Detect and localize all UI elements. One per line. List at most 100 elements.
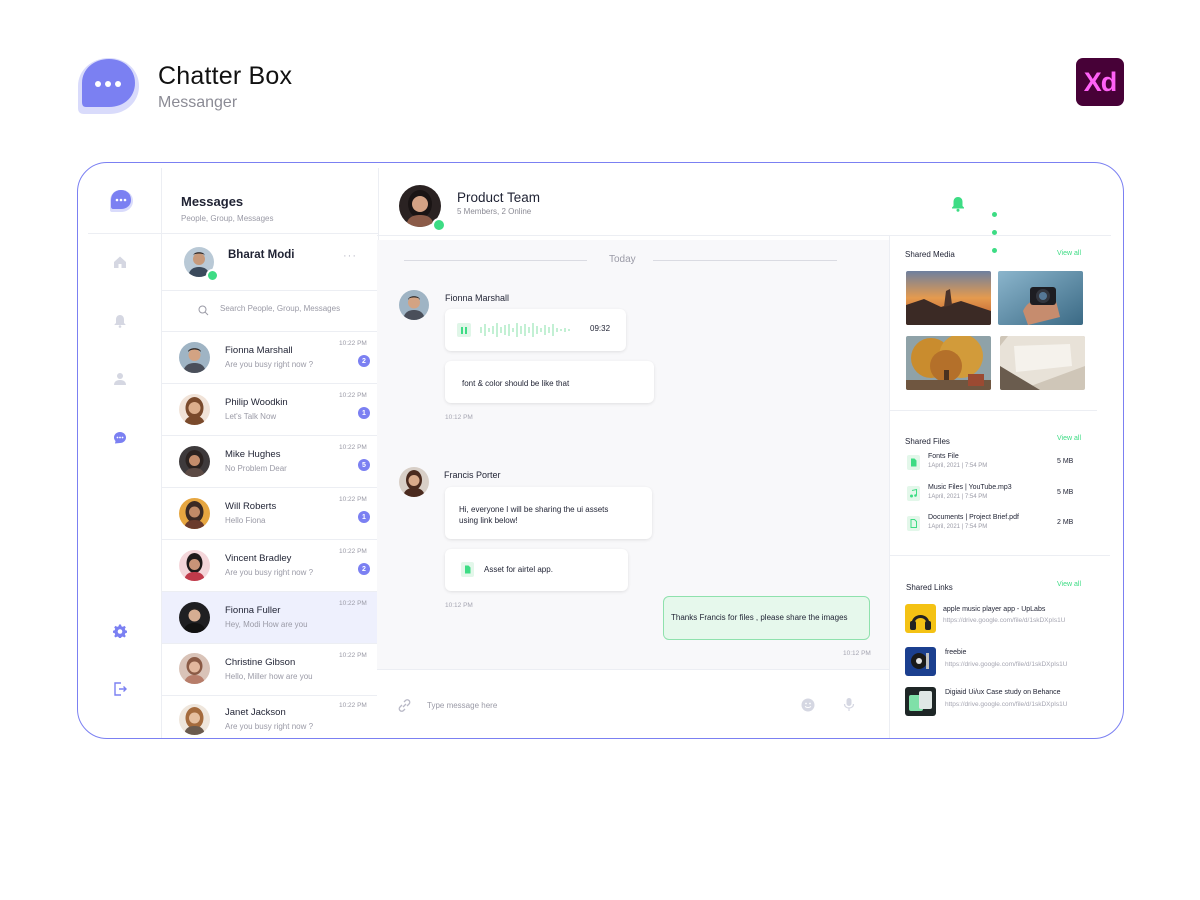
link-url: https://drive.google.com/file/d/1skDXpIs… (945, 701, 1068, 708)
conversation-item[interactable]: Christine Gibson Hello, Miller how are y… (162, 644, 378, 696)
app-subtitle: Messanger (158, 94, 238, 111)
conversation-item[interactable]: Philip Woodkin Let's Talk Now 10:22 PM 1 (162, 384, 378, 436)
timestamp: 10:22 PM (339, 652, 367, 659)
gear-icon[interactable] (113, 624, 129, 640)
unread-badge: 1 (358, 407, 370, 419)
avatar (179, 653, 210, 684)
avatar (179, 342, 210, 373)
file-attachment[interactable]: Asset for airtel app. (445, 549, 628, 591)
logout-icon[interactable] (113, 682, 129, 698)
emoji-icon[interactable] (801, 698, 815, 717)
search-icon (198, 303, 209, 316)
message-preview: Hey, Modi How are you (225, 620, 308, 629)
conversation-item[interactable]: Janet Jackson Are you busy right now ? 1… (162, 694, 378, 738)
shared-files-view-all[interactable]: View all (1057, 435, 1081, 442)
adobe-xd-badge: Xd (1076, 58, 1124, 106)
brand-logo-icon (76, 55, 142, 121)
link-url: https://drive.google.com/file/d/1skDXpIs… (945, 661, 1068, 668)
messages-subtitle: People, Group, Messages (181, 214, 274, 223)
user-icon[interactable] (113, 372, 129, 388)
link-title: apple music player app - UpLabs (943, 606, 1046, 613)
contact-name: Philip Woodkin (225, 397, 288, 408)
home-icon[interactable] (113, 255, 129, 271)
timestamp: 10:22 PM (339, 702, 367, 709)
avatar (179, 498, 210, 529)
link-thumbnail (905, 647, 936, 676)
shared-links-title: Shared Links (906, 583, 953, 592)
attach-link-icon[interactable] (397, 698, 412, 718)
user-menu-button[interactable]: ··· (343, 250, 357, 262)
microphone-icon[interactable] (843, 697, 855, 717)
conversation-item[interactable]: Fionna Marshall Are you busy right now ?… (162, 332, 378, 384)
chat-logo-icon[interactable] (108, 188, 134, 214)
search-input[interactable] (220, 300, 370, 316)
shared-link-item[interactable]: freebie https://drive.google.com/file/d/… (905, 645, 1100, 676)
unread-badge: 1 (358, 511, 370, 523)
chat-members: 5 Members, 2 Online (457, 207, 532, 216)
voice-message[interactable]: 09:32 (445, 309, 626, 351)
contact-name: Will Roberts (225, 501, 277, 512)
pause-icon[interactable] (457, 323, 471, 337)
sender-name: Fionna Marshall (445, 293, 510, 303)
sender-avatar (399, 467, 429, 497)
divider (162, 233, 378, 234)
link-url: https://drive.google.com/file/d/1skDXpIs… (943, 617, 1066, 624)
message-time: 10:12 PM (843, 650, 871, 657)
autumn-tree-photo[interactable] (906, 336, 991, 390)
message-composer (377, 669, 889, 738)
contact-name: Christine Gibson (225, 657, 296, 668)
file-icon (461, 562, 474, 577)
notification-bell-icon[interactable] (950, 196, 966, 212)
chat-messages: Today Fionna Marshall 09:32 font & color… (377, 240, 889, 669)
music-file-icon (907, 486, 920, 501)
shared-link-item[interactable]: Digiaid Ui/ux Case study on Behance http… (905, 685, 1100, 716)
message-preview: Hello Fiona (225, 516, 266, 525)
file-date: 1April, 2021 | 7:54 PM (928, 494, 988, 500)
date-divider-line (404, 260, 587, 261)
app-title: Chatter Box (158, 62, 293, 90)
bell-icon[interactable] (113, 314, 129, 330)
date-divider: Today (609, 254, 636, 265)
camera-hand-photo[interactable] (998, 271, 1083, 325)
message-text: Hi, everyone I will be sharing the ui as… (459, 505, 609, 525)
timestamp: 10:22 PM (339, 392, 367, 399)
shared-links-view-all[interactable]: View all (1057, 581, 1081, 588)
timestamp: 10:22 PM (339, 444, 367, 451)
divider (890, 410, 1097, 411)
attachment-name: Asset for airtel app. (484, 565, 553, 574)
message-time: 10:12 PM (445, 414, 473, 421)
avatar (179, 446, 210, 477)
books-photo[interactable] (1000, 336, 1085, 390)
conversation-item[interactable]: Will Roberts Hello Fiona 10:22 PM 1 (162, 488, 378, 540)
shared-link-item[interactable]: apple music player app - UpLabs https://… (905, 604, 1100, 634)
unread-badge: 2 (358, 563, 370, 575)
shared-files-title: Shared Files (905, 437, 950, 446)
date-divider-line (653, 260, 837, 261)
unread-badge: 2 (358, 355, 370, 367)
timestamp: 10:22 PM (339, 600, 367, 607)
chat-header-divider (377, 235, 1111, 236)
shared-file-item[interactable]: Music Files | YouTube.mp3 1April, 2021 |… (905, 484, 1095, 508)
rail-divider (88, 233, 161, 234)
contact-name: Fionna Fuller (225, 605, 281, 616)
shared-file-item[interactable]: Documents | Project Brief.pdf 1April, 20… (905, 514, 1095, 538)
file-date: 1April, 2021 | 7:54 PM (928, 463, 988, 469)
file-size: 2 MB (1057, 519, 1074, 526)
avatar (179, 550, 210, 581)
message-bubble: font & color should be like that (445, 361, 654, 403)
shared-file-item[interactable]: Fonts File 1April, 2021 | 7:54 PM 5 MB (905, 453, 1095, 477)
waveform (480, 323, 570, 337)
message-input[interactable] (427, 698, 727, 712)
link-title: Digiaid Ui/ux Case study on Behance (945, 689, 1061, 696)
conversation-item[interactable]: Mike Hughes No Problem Dear 10:22 PM 5 (162, 436, 378, 488)
contact-name: Mike Hughes (225, 449, 281, 460)
file-date: 1April, 2021 | 7:54 PM (928, 524, 988, 530)
shared-media-view-all[interactable]: View all (1057, 250, 1081, 257)
sunset-coast-photo[interactable] (906, 271, 991, 325)
file-name: Documents | Project Brief.pdf (928, 514, 1019, 521)
timestamp: 10:22 PM (339, 340, 367, 347)
file-size: 5 MB (1057, 489, 1074, 496)
conversation-item[interactable]: Vincent Bradley Are you busy right now ?… (162, 540, 378, 592)
chat-icon[interactable] (113, 431, 129, 447)
conversation-item-active[interactable]: Fionna Fuller Hey, Modi How are you 10:2… (162, 592, 378, 644)
